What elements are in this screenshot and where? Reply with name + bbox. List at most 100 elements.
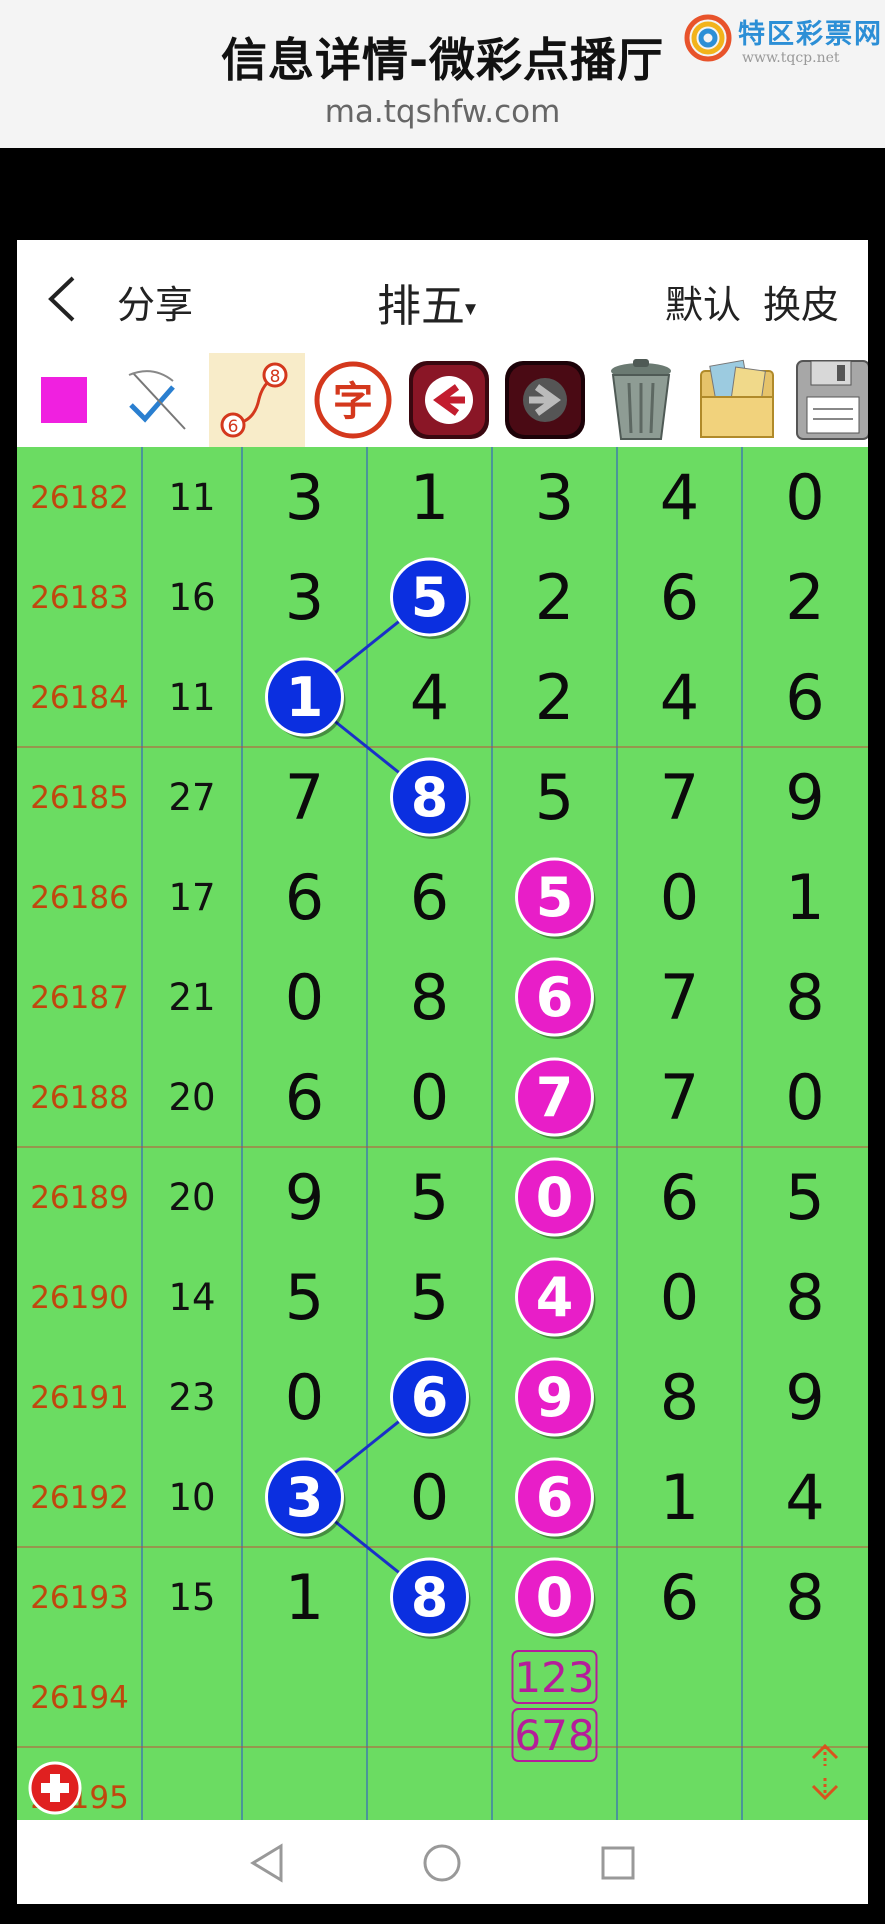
digit-cell[interactable]: 8: [785, 961, 824, 1034]
lottery-select-label: 排五: [377, 281, 465, 332]
sum-value: 10: [168, 1476, 215, 1519]
digit-cell[interactable]: 6: [660, 1161, 699, 1234]
default-button[interactable]: 默认: [665, 274, 741, 329]
sum-value: 11: [168, 676, 215, 719]
color-picker-button[interactable]: [17, 353, 113, 447]
ball-digit[interactable]: 5: [411, 566, 449, 629]
system-navbar: [17, 1820, 868, 1904]
pen-tool-button[interactable]: [113, 353, 209, 447]
sum-value: 20: [168, 1076, 215, 1119]
digit-cell[interactable]: 7: [660, 1061, 699, 1134]
digit-cell[interactable]: 4: [410, 661, 449, 734]
digit-cell[interactable]: 0: [285, 1361, 324, 1434]
digit-cell[interactable]: 0: [785, 1061, 824, 1134]
back-button[interactable]: [43, 274, 83, 324]
digit-cell[interactable]: 1: [285, 1561, 324, 1634]
ball-digit[interactable]: 5: [536, 866, 574, 929]
ball-digit[interactable]: 6: [536, 966, 574, 1029]
digit-cell[interactable]: 5: [410, 1161, 449, 1234]
title-bar: 信息详情-微彩点播厅 ma.tqshfw.com 特区彩票网 www.tqcp.…: [0, 0, 885, 148]
ball-digit[interactable]: 6: [536, 1466, 574, 1529]
digit-cell[interactable]: 1: [410, 461, 449, 534]
text-stamp-button[interactable]: 字: [305, 353, 401, 447]
undo-button[interactable]: [401, 353, 497, 447]
open-button[interactable]: [689, 353, 785, 447]
digit-cell[interactable]: 2: [535, 561, 574, 634]
nav-recent-button[interactable]: [593, 1838, 643, 1888]
issue-number: 26193: [30, 1580, 129, 1616]
ball-digit[interactable]: 3: [286, 1466, 324, 1529]
lottery-select[interactable]: 排五▾: [377, 270, 476, 334]
brand-logo: 特区彩票网 www.tqcp.net: [684, 8, 884, 72]
connect-line-icon: 8 6: [220, 362, 288, 438]
ball-digit[interactable]: 4: [536, 1266, 574, 1329]
ball-digit[interactable]: 1: [286, 666, 324, 729]
ball-digit[interactable]: 7: [536, 1066, 574, 1129]
digit-cell[interactable]: 9: [785, 761, 824, 834]
digit-cell[interactable]: 2: [785, 561, 824, 634]
digit-cell[interactable]: 4: [660, 661, 699, 734]
digit-cell[interactable]: 5: [410, 1261, 449, 1334]
brand-name: 特区彩票网: [738, 19, 883, 50]
digit-cell[interactable]: 8: [410, 961, 449, 1034]
ball-digit[interactable]: 9: [536, 1366, 574, 1429]
digit-cell[interactable]: 6: [660, 561, 699, 634]
trash-button[interactable]: [593, 353, 689, 447]
share-button[interactable]: 分享: [117, 274, 193, 329]
scroll-toggle[interactable]: [803, 1740, 847, 1804]
digit-cell[interactable]: 8: [785, 1561, 824, 1634]
prediction-number[interactable]: 678: [514, 1711, 594, 1760]
connect-line-button[interactable]: 8 6: [209, 353, 305, 447]
digit-cell[interactable]: 7: [660, 761, 699, 834]
digit-cell[interactable]: 0: [285, 961, 324, 1034]
issue-number: 26189: [30, 1180, 129, 1216]
digit-cell[interactable]: 6: [285, 1061, 324, 1134]
skin-button[interactable]: 换皮: [763, 274, 839, 329]
digit-cell[interactable]: 7: [285, 761, 324, 834]
digit-cell[interactable]: 6: [785, 661, 824, 734]
digit-cell[interactable]: 6: [285, 861, 324, 934]
digit-cell[interactable]: 1: [660, 1461, 699, 1534]
digit-cell[interactable]: 4: [660, 461, 699, 534]
digit-cell[interactable]: 8: [785, 1261, 824, 1334]
digit-cell[interactable]: 3: [285, 461, 324, 534]
digit-cell[interactable]: 0: [410, 1061, 449, 1134]
digit-cell[interactable]: 9: [785, 1361, 824, 1434]
digit-cell[interactable]: 3: [285, 561, 324, 634]
digit-cell[interactable]: 8: [660, 1361, 699, 1434]
digit-cell[interactable]: 7: [660, 961, 699, 1034]
char-stamp-icon: 字: [314, 361, 392, 439]
digit-cell[interactable]: 9: [285, 1161, 324, 1234]
digit-cell[interactable]: 5: [535, 761, 574, 834]
ball-digit[interactable]: 0: [536, 1566, 574, 1629]
ball-digit[interactable]: 0: [536, 1166, 574, 1229]
digit-cell[interactable]: 6: [410, 861, 449, 934]
digit-cell[interactable]: 6: [660, 1561, 699, 1634]
magenta-square-icon: [41, 377, 87, 423]
issue-number: 26187: [30, 980, 129, 1016]
digit-cell[interactable]: 1: [785, 861, 824, 934]
digit-cell[interactable]: 0: [785, 461, 824, 534]
scroll-updown-icon: [811, 1743, 839, 1801]
digit-cell[interactable]: 0: [660, 1261, 699, 1334]
digit-cell[interactable]: 0: [660, 861, 699, 934]
app-panel: 分享 排五▾ 默认 换皮 8 6 字 26182 11 3 1 3 4 0 26…: [17, 240, 868, 1820]
digit-cell[interactable]: 3: [535, 461, 574, 534]
digit-cell[interactable]: 5: [785, 1161, 824, 1234]
ball-digit[interactable]: 8: [411, 1566, 449, 1629]
nav-back-button[interactable]: [243, 1838, 293, 1888]
digit-cell[interactable]: 2: [535, 661, 574, 734]
ball-digit[interactable]: 6: [411, 1366, 449, 1429]
redo-button[interactable]: [497, 353, 593, 447]
add-button[interactable]: [27, 1760, 83, 1816]
trend-grid-canvas[interactable]: 26182 11 3 1 3 4 026183 16 3 5 2 6 226184 11 1 4 2 4 62618…: [17, 447, 868, 1820]
save-button[interactable]: [785, 353, 868, 447]
digit-cell[interactable]: 4: [785, 1461, 824, 1534]
prediction-number[interactable]: 123: [514, 1653, 594, 1702]
ball-digit[interactable]: 8: [411, 766, 449, 829]
nav-home-button[interactable]: [417, 1838, 467, 1888]
digit-cell[interactable]: 0: [410, 1461, 449, 1534]
issue-number: 26186: [30, 880, 129, 916]
digit-cell[interactable]: 5: [285, 1261, 324, 1334]
trend-grid[interactable]: 26182 11 3 1 3 4 0 26183 16 3 5 2 6 2 26184 11 1 4 2 4 6 2618…: [17, 447, 868, 1820]
